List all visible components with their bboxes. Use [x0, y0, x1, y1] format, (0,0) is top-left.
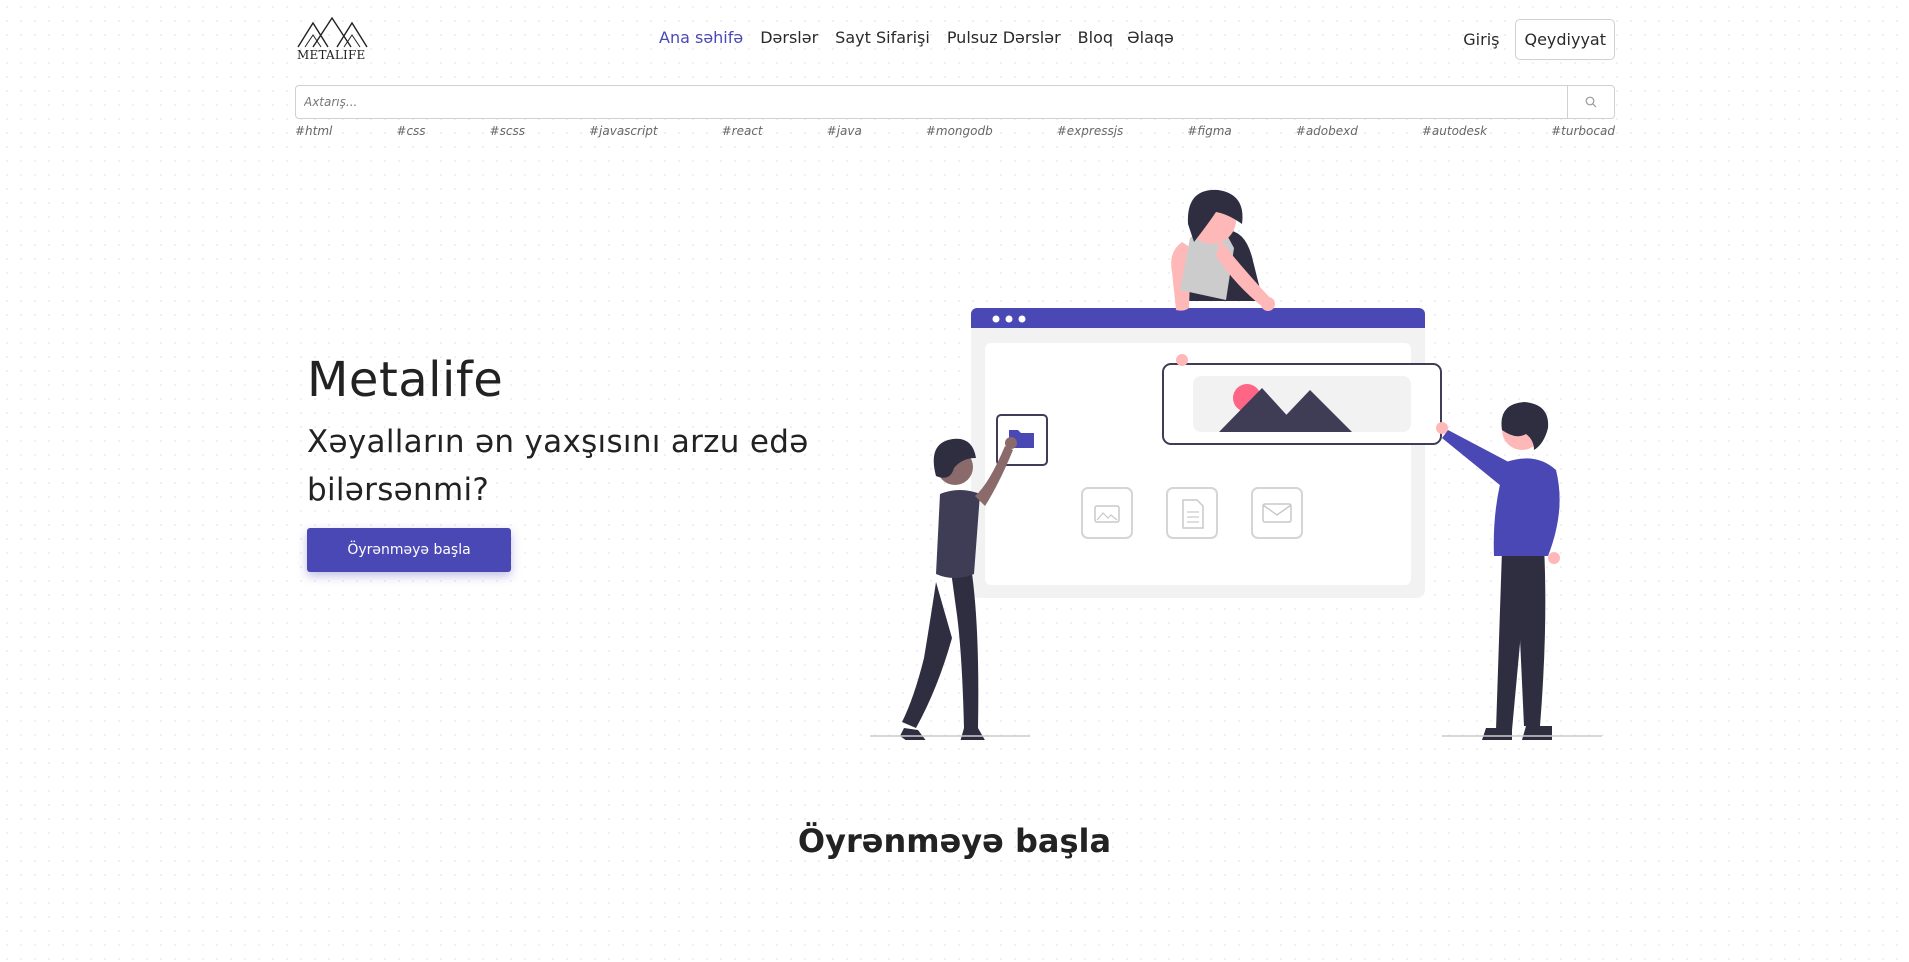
tag-javascript[interactable]: #javascript	[589, 124, 658, 138]
tag-figma[interactable]: #figma	[1187, 124, 1231, 138]
logo-text: METALIFE	[297, 48, 366, 62]
hero-subtitle: Xəyalların ən yaxşısını arzu edə bilərsə…	[307, 424, 809, 508]
tag-scss[interactable]: #scss	[490, 124, 525, 138]
search-button[interactable]	[1567, 86, 1614, 118]
start-learning-button[interactable]: Öyrənməyə başla	[307, 528, 511, 572]
document-icon	[1166, 487, 1218, 539]
tag-expressjs[interactable]: #expressjs	[1057, 124, 1124, 138]
hero-title: Metalife	[307, 352, 504, 408]
search-input[interactable]	[296, 86, 1567, 118]
tag-html[interactable]: #html	[295, 124, 332, 138]
person-right-graphic	[1436, 402, 1602, 740]
tag-react[interactable]: #react	[722, 124, 763, 138]
tag-autodesk[interactable]: #autodesk	[1422, 124, 1487, 138]
search-bar	[295, 85, 1615, 119]
tag-list: #html #css #scss #javascript #react #jav…	[295, 124, 1615, 138]
login-link[interactable]: Giriş	[1463, 30, 1499, 49]
tag-turbocad[interactable]: #turbocad	[1551, 124, 1615, 138]
nav-item-free-lessons[interactable]: Pulsuz Dərslər	[947, 28, 1061, 47]
image-card-graphic	[1162, 363, 1442, 445]
nav-item-home[interactable]: Ana səhifə	[659, 28, 743, 47]
logo[interactable]: METALIFE	[295, 15, 370, 65]
image-icon	[1081, 487, 1133, 539]
section-title: Öyrənməyə başla	[797, 822, 1112, 860]
auth-area: Giriş Qeydiyyat	[1463, 19, 1615, 60]
tag-adobexd[interactable]: #adobexd	[1296, 124, 1358, 138]
header: METALIFE Ana səhifə Dərslər Sayt Sifariş…	[295, 15, 1615, 65]
tag-java[interactable]: #java	[827, 124, 862, 138]
tag-mongodb[interactable]: #mongodb	[926, 124, 993, 138]
nav-item-contact[interactable]: Əlaqə	[1127, 28, 1174, 47]
register-button[interactable]: Qeydiyyat	[1515, 19, 1615, 60]
nav-item-site-order[interactable]: Sayt Sifarişi	[835, 28, 930, 47]
logo-mountains-icon	[297, 16, 368, 48]
tag-css[interactable]: #css	[396, 124, 425, 138]
main-nav: Ana səhifə Dərslər Sayt Sifarişi Pulsuz …	[659, 28, 1191, 47]
mail-icon	[1251, 487, 1303, 539]
hero-illustration	[870, 189, 1602, 740]
nav-item-blog[interactable]: Bloq	[1078, 28, 1113, 47]
search-icon	[1585, 96, 1597, 108]
nav-item-lessons[interactable]: Dərslər	[760, 28, 818, 47]
